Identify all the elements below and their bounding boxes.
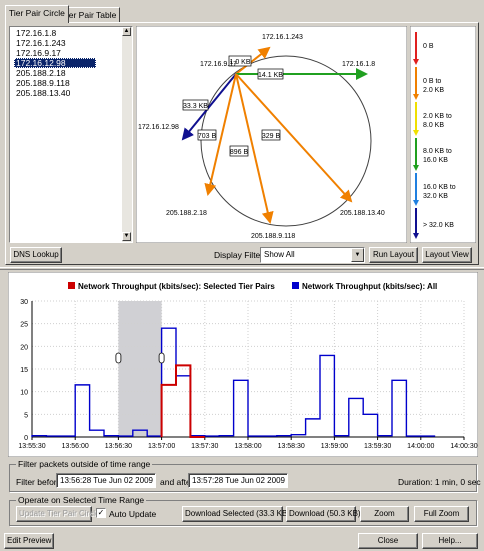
list-item[interactable]: 172.16.9.17	[14, 48, 63, 58]
node-label[interactable]: 205.188.13.40	[340, 210, 385, 217]
legend-label-selected: Network Throughput (kbits/sec): Selected…	[78, 282, 275, 291]
edge-label: 14.1 KB	[257, 68, 284, 80]
svg-text:> 32.0 KB: > 32.0 KB	[423, 222, 454, 229]
x-tick-label: 13:56:00	[62, 443, 89, 450]
display-filter-label: Display Filter:	[214, 250, 266, 260]
svg-text:16.0 KB: 16.0 KB	[423, 157, 448, 164]
edge-label: 703 B	[197, 129, 217, 141]
y-tick-label: 0	[24, 435, 28, 442]
list-item[interactable]: 172.16.1.8	[14, 28, 58, 38]
display-filter-select[interactable]: Show All ▼	[260, 247, 365, 263]
y-tick-label: 10	[20, 390, 28, 397]
tab-tier-pair-circle[interactable]: Tier Pair Circle	[5, 5, 69, 23]
edge-label: 329 B	[261, 129, 281, 141]
y-tick-label: 15	[20, 367, 28, 374]
x-tick-label: 13:56:30	[105, 443, 132, 450]
throughput-chart[interactable]: Network Throughput (kbits/sec): Selected…	[8, 272, 478, 457]
run-layout-button[interactable]: Run Layout	[369, 247, 418, 263]
svg-text:0 B: 0 B	[423, 43, 434, 50]
svg-text:896 B: 896 B	[230, 149, 249, 156]
filter-after-field[interactable]: 13:57:28 Tue Jun 02 2009	[188, 473, 288, 488]
legend-swatch-all	[292, 282, 299, 289]
download-selected-button[interactable]: Download Selected (33.3 KB)	[182, 506, 290, 522]
selection-drag-handle[interactable]	[158, 352, 165, 364]
svg-text:14.1 KB: 14.1 KB	[258, 72, 283, 79]
svg-text:8.0 KB: 8.0 KB	[423, 122, 444, 129]
node-label[interactable]: 172.16.1.243	[262, 34, 303, 41]
full-zoom-button[interactable]: Full Zoom	[414, 506, 469, 522]
layout-view-button[interactable]: Layout View	[422, 247, 472, 263]
edit-preview-button[interactable]: Edit Preview	[4, 533, 54, 549]
scroll-down-icon[interactable]: ▼	[122, 232, 131, 241]
x-tick-label: 13:57:00	[148, 443, 175, 450]
list-scrollbar[interactable]: ▲ ▼	[122, 27, 132, 242]
splitter[interactable]	[0, 267, 484, 270]
download-button[interactable]: Download (50.3 KB)	[286, 506, 361, 522]
legend-swatch-selected	[68, 282, 75, 289]
y-tick-label: 25	[20, 322, 28, 329]
y-tick-label: 30	[20, 299, 28, 306]
y-tick-label: 5	[24, 412, 28, 419]
svg-text:16.0 KB to: 16.0 KB to	[423, 184, 456, 191]
scroll-up-icon[interactable]: ▲	[122, 27, 131, 36]
svg-text:8.0 KB to: 8.0 KB to	[423, 148, 452, 155]
list-item-selected[interactable]: 172.16.12.98	[14, 58, 96, 68]
auto-update-label: Auto Update	[109, 509, 157, 519]
filter-group-title: Filter packets outside of time range	[16, 459, 153, 469]
edge-label: 33.3 KB	[182, 99, 209, 111]
x-tick-label: 13:59:30	[364, 443, 391, 450]
svg-text:329 B: 329 B	[262, 133, 281, 140]
x-tick-label: 14:00:00	[407, 443, 434, 450]
update-tier-pair-circle-button[interactable]: Update Tier Pair Circle	[16, 506, 99, 522]
node-label[interactable]: 205.188.2.18	[166, 210, 207, 217]
zoom-button[interactable]: Zoom	[360, 506, 409, 522]
filter-before-field[interactable]: 13:56:28 Tue Jun 02 2009	[56, 473, 156, 488]
edge-label: 896 B	[229, 145, 249, 157]
help-button[interactable]: Help...	[422, 533, 478, 549]
x-tick-label: 13:58:00	[234, 443, 261, 450]
x-tick-label: 13:57:30	[191, 443, 218, 450]
close-button[interactable]: Close	[358, 533, 418, 549]
list-item[interactable]: 205.188.13.40	[14, 88, 72, 98]
svg-text:32.0 KB: 32.0 KB	[423, 193, 448, 200]
node-label[interactable]: 205.188.9.118	[251, 233, 295, 240]
duration-label: Duration: 1 min, 0 sec	[398, 477, 481, 487]
legend-label-all: Network Throughput (kbits/sec): All	[302, 282, 437, 291]
list-item[interactable]: 205.188.9.118	[14, 78, 72, 88]
dns-lookup-button[interactable]: DNS Lookup	[10, 247, 62, 263]
auto-update-checkbox[interactable]: ✓	[96, 508, 106, 518]
x-tick-label: 13:55:30	[18, 443, 45, 450]
throughput-color-legend: 0 B 0 B to 2.0 KB 2.0 KB to 8.0 KB 8.0 K…	[410, 26, 476, 243]
ip-address-list[interactable]: 172.16.1.8 172.16.1.243 172.16.9.17 172.…	[9, 26, 133, 243]
x-tick-label: 13:58:30	[278, 443, 305, 450]
chevron-down-icon[interactable]: ▼	[351, 248, 364, 262]
display-filter-value: Show All	[264, 250, 295, 259]
list-item[interactable]: 172.16.1.243	[14, 38, 68, 48]
operate-group-title: Operate on Selected Time Range	[16, 495, 147, 505]
node-label[interactable]: 172.16.12.98	[138, 124, 179, 131]
svg-text:33.3 KB: 33.3 KB	[183, 103, 208, 110]
x-tick-label: 13:59:00	[321, 443, 348, 450]
list-item[interactable]: 205.188.2.18	[14, 68, 68, 78]
svg-text:2.0 KB: 2.0 KB	[423, 87, 444, 94]
selection-drag-handle[interactable]	[115, 352, 122, 364]
filter-before-label: Filter before	[16, 477, 62, 487]
y-tick-label: 20	[20, 344, 28, 351]
tier-pair-circle-graph[interactable]: 1.0 KB 14.1 KB 33.3 KB 703 B 896 B 329 B…	[136, 26, 407, 243]
x-tick-label: 14:00:30	[450, 443, 477, 450]
node-label[interactable]: 172.16.9.17	[200, 61, 237, 68]
svg-text:0 B to: 0 B to	[423, 78, 441, 85]
node-label[interactable]: 172.16.1.8	[342, 61, 375, 68]
svg-text:2.0 KB to: 2.0 KB to	[423, 113, 452, 120]
svg-text:703 B: 703 B	[198, 133, 217, 140]
